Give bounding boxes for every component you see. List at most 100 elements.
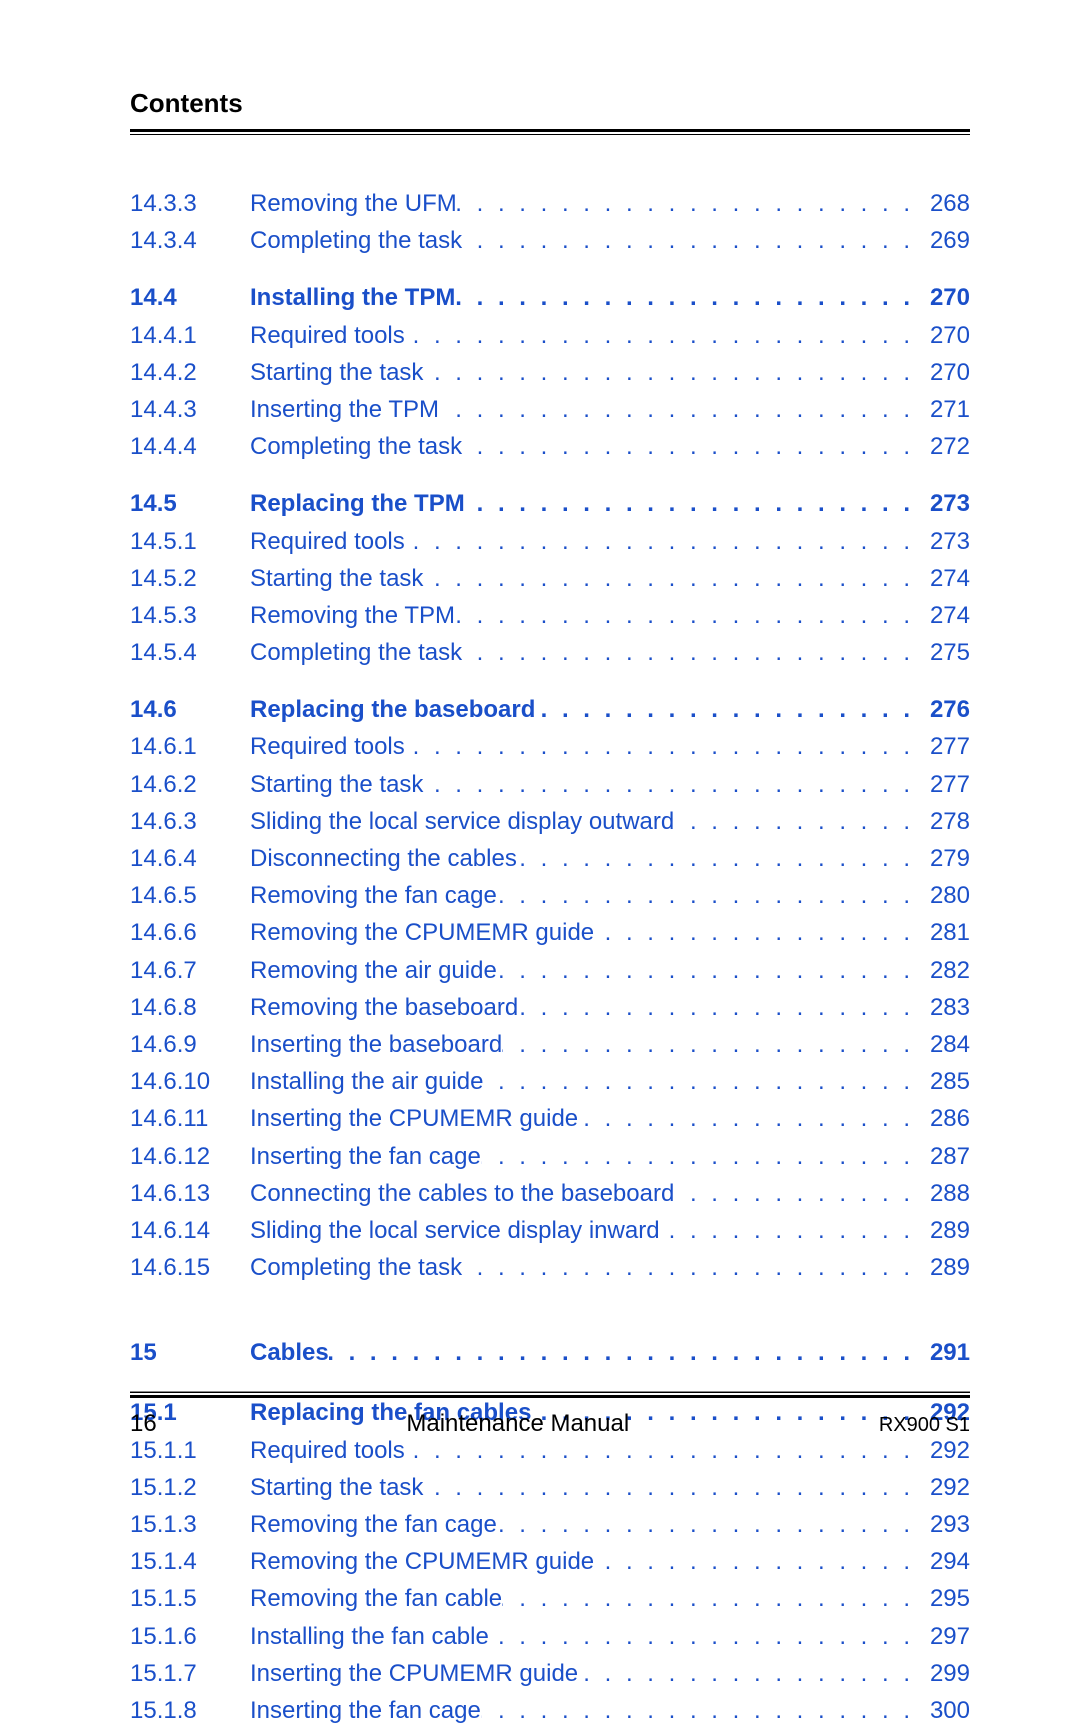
- toc-entry-leader: . . . . . . . . . . . . . . . . . . . . …: [578, 1655, 920, 1692]
- toc-entry[interactable]: 14.6.10Installing the air guide. . . . .…: [130, 1063, 970, 1100]
- toc-entry-number: 14.6: [130, 691, 250, 728]
- table-of-contents: 14.3.3Removing the UFM . . . . . . . . . …: [130, 185, 970, 1729]
- toc-entry[interactable]: 14.6.9Inserting the baseboard. . . . . .…: [130, 1026, 970, 1063]
- toc-entry-page: 277: [920, 728, 970, 765]
- toc-entry[interactable]: 14.5.4Completing the task. . . . . . . .…: [130, 634, 970, 671]
- toc-entry-number: 14.3.3: [130, 185, 250, 222]
- toc-entry-title: Starting the task: [250, 1469, 423, 1506]
- toc-entry[interactable]: 14.6.4Disconnecting the cables. . . . . …: [130, 840, 970, 877]
- toc-entry-number: 14.4: [130, 279, 250, 316]
- toc-entry-leader: . . . . . . . . . . . . . . . . . . . . …: [423, 766, 920, 803]
- header-rule-thick: [130, 129, 970, 132]
- toc-entry-leader: . . . . . . . . . . . . . . . . . . . . …: [518, 989, 920, 1026]
- toc-entry-leader: . . . . . . . . . . . . . . . . . . . . …: [497, 1506, 920, 1543]
- toc-entry-title: Disconnecting the cables: [250, 840, 517, 877]
- toc-entry[interactable]: 15.1.8Inserting the fan cage. . . . . . …: [130, 1692, 970, 1729]
- page-footer: 16 Maintenance Manual RX900 S1: [130, 1392, 970, 1438]
- toc-entry-leader: . . . . . . . . . . . . . . . . . . . . …: [674, 1175, 920, 1212]
- header-title: Contents: [130, 88, 970, 119]
- toc-entry-leader: . . . . . . . . . . . . . . . . . . . . …: [502, 1580, 920, 1617]
- toc-entry[interactable]: 15.1.5Removing the fan cable. . . . . . …: [130, 1580, 970, 1617]
- toc-entry[interactable]: 14.6.1Required tools. . . . . . . . . . …: [130, 728, 970, 765]
- footer-rule-thin: [130, 1392, 970, 1393]
- toc-entry-leader: . . . . . . . . . . . . . . . . . . . . …: [423, 354, 920, 391]
- toc-entry-page: 268: [920, 185, 970, 222]
- toc-entry-number: 14.6.3: [130, 803, 250, 840]
- toc-entry-title: Removing the CPUMEMR guide: [250, 914, 594, 951]
- toc-entry-page: 300: [920, 1692, 970, 1729]
- toc-entry-title: Required tools: [250, 523, 405, 560]
- toc-entry-number: 14.6.9: [130, 1026, 250, 1063]
- toc-section: 14.4Installing the TPM. . . . . . . . . …: [130, 279, 970, 465]
- toc-entry[interactable]: 14.3.3Removing the UFM. . . . . . . . . …: [130, 185, 970, 222]
- toc-entry-page: 293: [920, 1506, 970, 1543]
- toc-spacer: [130, 1306, 970, 1334]
- toc-entry-page: 269: [920, 222, 970, 259]
- toc-entry[interactable]: 15.1.6Installing the fan cable. . . . . …: [130, 1618, 970, 1655]
- toc-entry[interactable]: 14.6.2Starting the task. . . . . . . . .…: [130, 766, 970, 803]
- page-header: Contents: [130, 88, 970, 135]
- toc-entry[interactable]: 14.5Replacing the TPM. . . . . . . . . .…: [130, 485, 970, 522]
- toc-entry[interactable]: 14.6.13Connecting the cables to the base…: [130, 1175, 970, 1212]
- toc-entry[interactable]: 14.6.3Sliding the local service display …: [130, 803, 970, 840]
- toc-entry-title: Replacing the baseboard: [250, 691, 535, 728]
- toc-entry-number: 14.5.2: [130, 560, 250, 597]
- toc-entry-number: 14.6.15: [130, 1249, 250, 1286]
- toc-entry-title: Installing the air guide: [250, 1063, 483, 1100]
- toc-entry[interactable]: 14.6.14Sliding the local service display…: [130, 1212, 970, 1249]
- toc-entry-title: Removing the TPM: [250, 597, 455, 634]
- toc-entry-leader: . . . . . . . . . . . . . . . . . . . . …: [578, 1100, 920, 1137]
- toc-entry[interactable]: 14.4.3Inserting the TPM. . . . . . . . .…: [130, 391, 970, 428]
- toc-entry[interactable]: 14.3.4Completing the task. . . . . . . .…: [130, 222, 970, 259]
- toc-entry[interactable]: 14.6.6Removing the CPUMEMR guide. . . . …: [130, 914, 970, 951]
- toc-entry-title: Removing the air guide: [250, 952, 497, 989]
- toc-entry[interactable]: 15.1.2Starting the task. . . . . . . . .…: [130, 1469, 970, 1506]
- toc-entry[interactable]: 15Cables. . . . . . . . . . . . . . . . …: [130, 1334, 970, 1371]
- toc-entry[interactable]: 14.4.4Completing the task. . . . . . . .…: [130, 428, 970, 465]
- toc-entry[interactable]: 14.4.1Required tools. . . . . . . . . . …: [130, 317, 970, 354]
- footer-row: 16 Maintenance Manual RX900 S1: [130, 1410, 970, 1438]
- toc-entry[interactable]: 14.5.3Removing the TPM. . . . . . . . . …: [130, 597, 970, 634]
- toc-entry-page: 284: [920, 1026, 970, 1063]
- toc-entry[interactable]: 14.6.15Completing the task. . . . . . . …: [130, 1249, 970, 1286]
- toc-entry[interactable]: 14.6.7Removing the air guide. . . . . . …: [130, 952, 970, 989]
- toc-entry[interactable]: 14.6Replacing the baseboard. . . . . . .…: [130, 691, 970, 728]
- toc-entry-leader: . . . . . . . . . . . . . . . . . . . . …: [465, 485, 920, 522]
- toc-entry[interactable]: 14.6.12Inserting the fan cage. . . . . .…: [130, 1138, 970, 1175]
- toc-entry-title: Starting the task: [250, 560, 423, 597]
- toc-entry-title: Sliding the local service display outwar…: [250, 803, 674, 840]
- toc-entry[interactable]: 14.6.11Inserting the CPUMEMR guide. . . …: [130, 1100, 970, 1137]
- toc-entry[interactable]: 14.5.1Required tools. . . . . . . . . . …: [130, 523, 970, 560]
- toc-entry-number: 14.5.4: [130, 634, 250, 671]
- toc-entry-page: 292: [920, 1469, 970, 1506]
- toc-entry-title: Removing the UFM: [250, 185, 457, 222]
- toc-entry[interactable]: 14.4.2Starting the task. . . . . . . . .…: [130, 354, 970, 391]
- toc-entry-leader: . . . . . . . . . . . . . . . . . . . . …: [455, 279, 920, 316]
- toc-entry-page: 276: [920, 691, 970, 728]
- toc-entry[interactable]: 14.4Installing the TPM. . . . . . . . . …: [130, 279, 970, 316]
- toc-entry-number: 14.6.6: [130, 914, 250, 951]
- toc-entry-number: 15.1.5: [130, 1580, 250, 1617]
- toc-entry-page: 270: [920, 317, 970, 354]
- toc-entry-page: 270: [920, 279, 970, 316]
- toc-entry-leader: . . . . . . . . . . . . . . . . . . . . …: [594, 1543, 920, 1580]
- toc-entry[interactable]: 15.1.4Removing the CPUMEMR guide. . . . …: [130, 1543, 970, 1580]
- toc-entry-leader: . . . . . . . . . . . . . . . . . . . . …: [483, 1063, 920, 1100]
- toc-entry[interactable]: 15.1.7Inserting the CPUMEMR guide. . . .…: [130, 1655, 970, 1692]
- toc-entry-page: 273: [920, 523, 970, 560]
- toc-entry-page: 273: [920, 485, 970, 522]
- toc-entry-number: 14.5.3: [130, 597, 250, 634]
- toc-entry-page: 279: [920, 840, 970, 877]
- toc-entry[interactable]: 14.6.8Removing the baseboard. . . . . . …: [130, 989, 970, 1026]
- toc-entry-leader: . . . . . . . . . . . . . . . . . . . . …: [481, 1138, 920, 1175]
- toc-entry-number: 14.4.2: [130, 354, 250, 391]
- toc-entry-page: 272: [920, 428, 970, 465]
- toc-entry-page: 288: [920, 1175, 970, 1212]
- toc-entry-title: Inserting the fan cage: [250, 1692, 481, 1729]
- toc-entry-number: 15: [130, 1334, 250, 1371]
- toc-entry-title: Inserting the CPUMEMR guide: [250, 1655, 578, 1692]
- toc-entry[interactable]: 14.6.5Removing the fan cage. . . . . . .…: [130, 877, 970, 914]
- toc-entry-page: 286: [920, 1100, 970, 1137]
- toc-entry[interactable]: 15.1.3Removing the fan cage. . . . . . .…: [130, 1506, 970, 1543]
- toc-entry[interactable]: 14.5.2Starting the task. . . . . . . . .…: [130, 560, 970, 597]
